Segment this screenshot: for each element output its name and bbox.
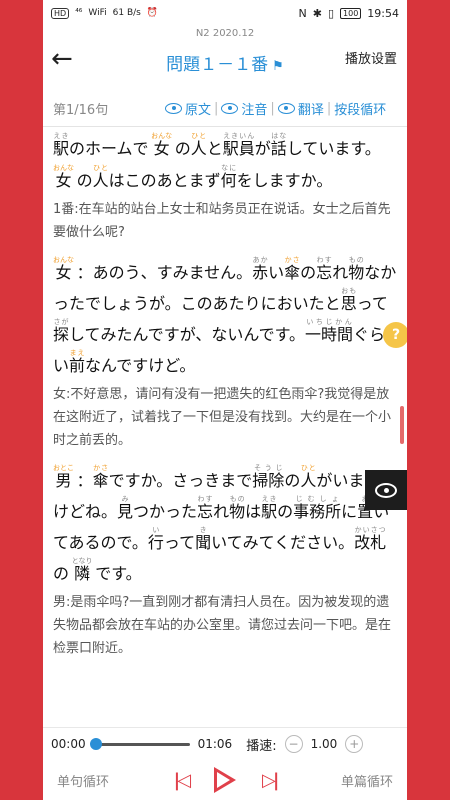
speed-label: 播速: [246, 738, 277, 754]
question-icon[interactable]: ? [383, 322, 407, 348]
total-time: 01:06 [197, 737, 233, 751]
translation-line: 女:不好意思，请问有没有一把遗失的红色雨伞?我觉得是放在这附近了，试着找了一下但… [53, 387, 392, 448]
vibrate-icon: ▯ [327, 6, 335, 20]
title-text: 問題１－１番 [166, 55, 269, 75]
progress-slider[interactable] [89, 737, 190, 750]
hide-text-button[interactable] [365, 470, 407, 510]
eye-icon [221, 102, 239, 114]
nfc-icon: N [298, 6, 307, 20]
flag-icon[interactable]: ⚑ [272, 59, 284, 74]
eye-icon [165, 102, 182, 114]
app-bar: N2 2020.12 ← 問題１－１番 ⚑ 播放设置 [43, 26, 407, 90]
prev-icon[interactable]: |◁ [174, 770, 192, 791]
bluetooth-icon: ✱ [312, 6, 322, 20]
exam-label: N2 2020.12 [195, 28, 255, 39]
hd-badge: HD [51, 7, 70, 19]
current-time: 00:00 [51, 737, 86, 751]
battery-icon: 100 [340, 7, 362, 19]
sentence-block[interactable]: 駅えきのホームで 女おんな の人ひとと駅員えきいんが話はなしています。 女おんな… [43, 132, 407, 244]
app-screen: HD ⁴⁶ WiFi 61 B/s ⏰ N ✱ ▯ 100 19:54 N2 2… [43, 0, 407, 800]
full-loop-button[interactable]: 单篇循环 [341, 771, 393, 790]
next-icon[interactable]: ▷| [262, 770, 280, 791]
transport-controls: |◁ ▷| [174, 767, 280, 793]
sentence-block[interactable]: 女おんな ：あのう、すみません。赤あかい傘かさの忘わすれ物ものなかったでしょうが… [43, 256, 407, 452]
divider: | [214, 100, 219, 116]
sentence-block[interactable]: 男おとこ ：傘かさですか。さっきまで掃除そうじの人ひとがいましたけどね。見みつか… [43, 464, 407, 660]
progress-row: 00:00 01:06 播速: − 1.00 + [43, 728, 407, 760]
japanese-line: 女おんな の人ひとはこのあとまず何なにをしますか。 [53, 164, 333, 191]
status-left: HD ⁴⁶ WiFi 61 B/s ⏰ [51, 7, 159, 19]
toggle-translation-label: 翻译 [297, 102, 324, 118]
toggle-translation[interactable]: 翻译 [277, 99, 324, 118]
divider: | [326, 100, 332, 116]
translation-line: 1番:在车站的站台上女士和站务员正在说话。女士之后首先要做什么呢? [53, 202, 391, 240]
controls-row: 单句循环 |◁ ▷| 单篇循环 [43, 760, 407, 800]
transcript: 駅えきのホームで 女おんな の人ひとと駅員えきいんが話はなしています。 女おんな… [43, 132, 407, 727]
minus-icon[interactable]: − [284, 735, 303, 753]
japanese-line: 駅えきのホームで 女おんな の人ひとと駅員えきいんが話はなしています。 [53, 132, 381, 159]
single-loop-button[interactable]: 单句循环 [57, 771, 109, 790]
audio-player: 00:00 01:06 播速: − 1.00 + 单句循环 |◁ ▷| 单篇循环 [43, 727, 407, 800]
net-speed: 61 B/s [112, 8, 141, 18]
divider: | [270, 100, 275, 116]
translation-line: 男:是雨伞吗?一直到刚才都有清扫人员在。因为被发现的遗失物品都会放在车站的办公室… [53, 595, 392, 656]
alarm-icon: ⏰ [146, 8, 159, 18]
toggle-original-label: 原文 [185, 102, 212, 118]
status-right: N ✱ ▯ 100 19:54 [299, 7, 400, 20]
scrollbar[interactable] [400, 406, 404, 444]
status-bar: HD ⁴⁶ WiFi 61 B/s ⏰ N ✱ ▯ 100 19:54 [43, 0, 407, 26]
speed-value: 1.00 [310, 737, 338, 751]
wifi-icon: WiFi [88, 8, 107, 18]
view-toolbar: 第1/16句 原文 | 注音 | 翻译 | 按段循环 [43, 90, 407, 127]
plus-icon[interactable]: + [345, 735, 364, 753]
toggle-annotation[interactable]: 注音 [221, 99, 267, 118]
toggle-annotation-label: 注音 [241, 102, 268, 118]
eye-icon [375, 482, 397, 498]
japanese-line: 男おとこ ：傘かさですか。さっきまで掃除そうじの人ひとがいましたけどね。見みつか… [53, 464, 397, 584]
play-icon[interactable] [214, 767, 236, 793]
sentence-counter: 第1/16句 [53, 102, 109, 118]
japanese-line: 女おんな ：あのう、すみません。赤あかい傘かさの忘わすれ物ものなかったでしょうが… [53, 256, 397, 376]
progress-knob[interactable] [89, 737, 102, 750]
loop-mode-button[interactable]: 按段循环 [334, 99, 386, 118]
play-settings-button[interactable]: 播放设置 [345, 48, 397, 67]
toggle-original[interactable]: 原文 [165, 99, 211, 118]
signal-icon: ⁴⁶ [75, 8, 83, 18]
eye-icon [277, 102, 295, 114]
clock: 19:54 [367, 6, 399, 20]
